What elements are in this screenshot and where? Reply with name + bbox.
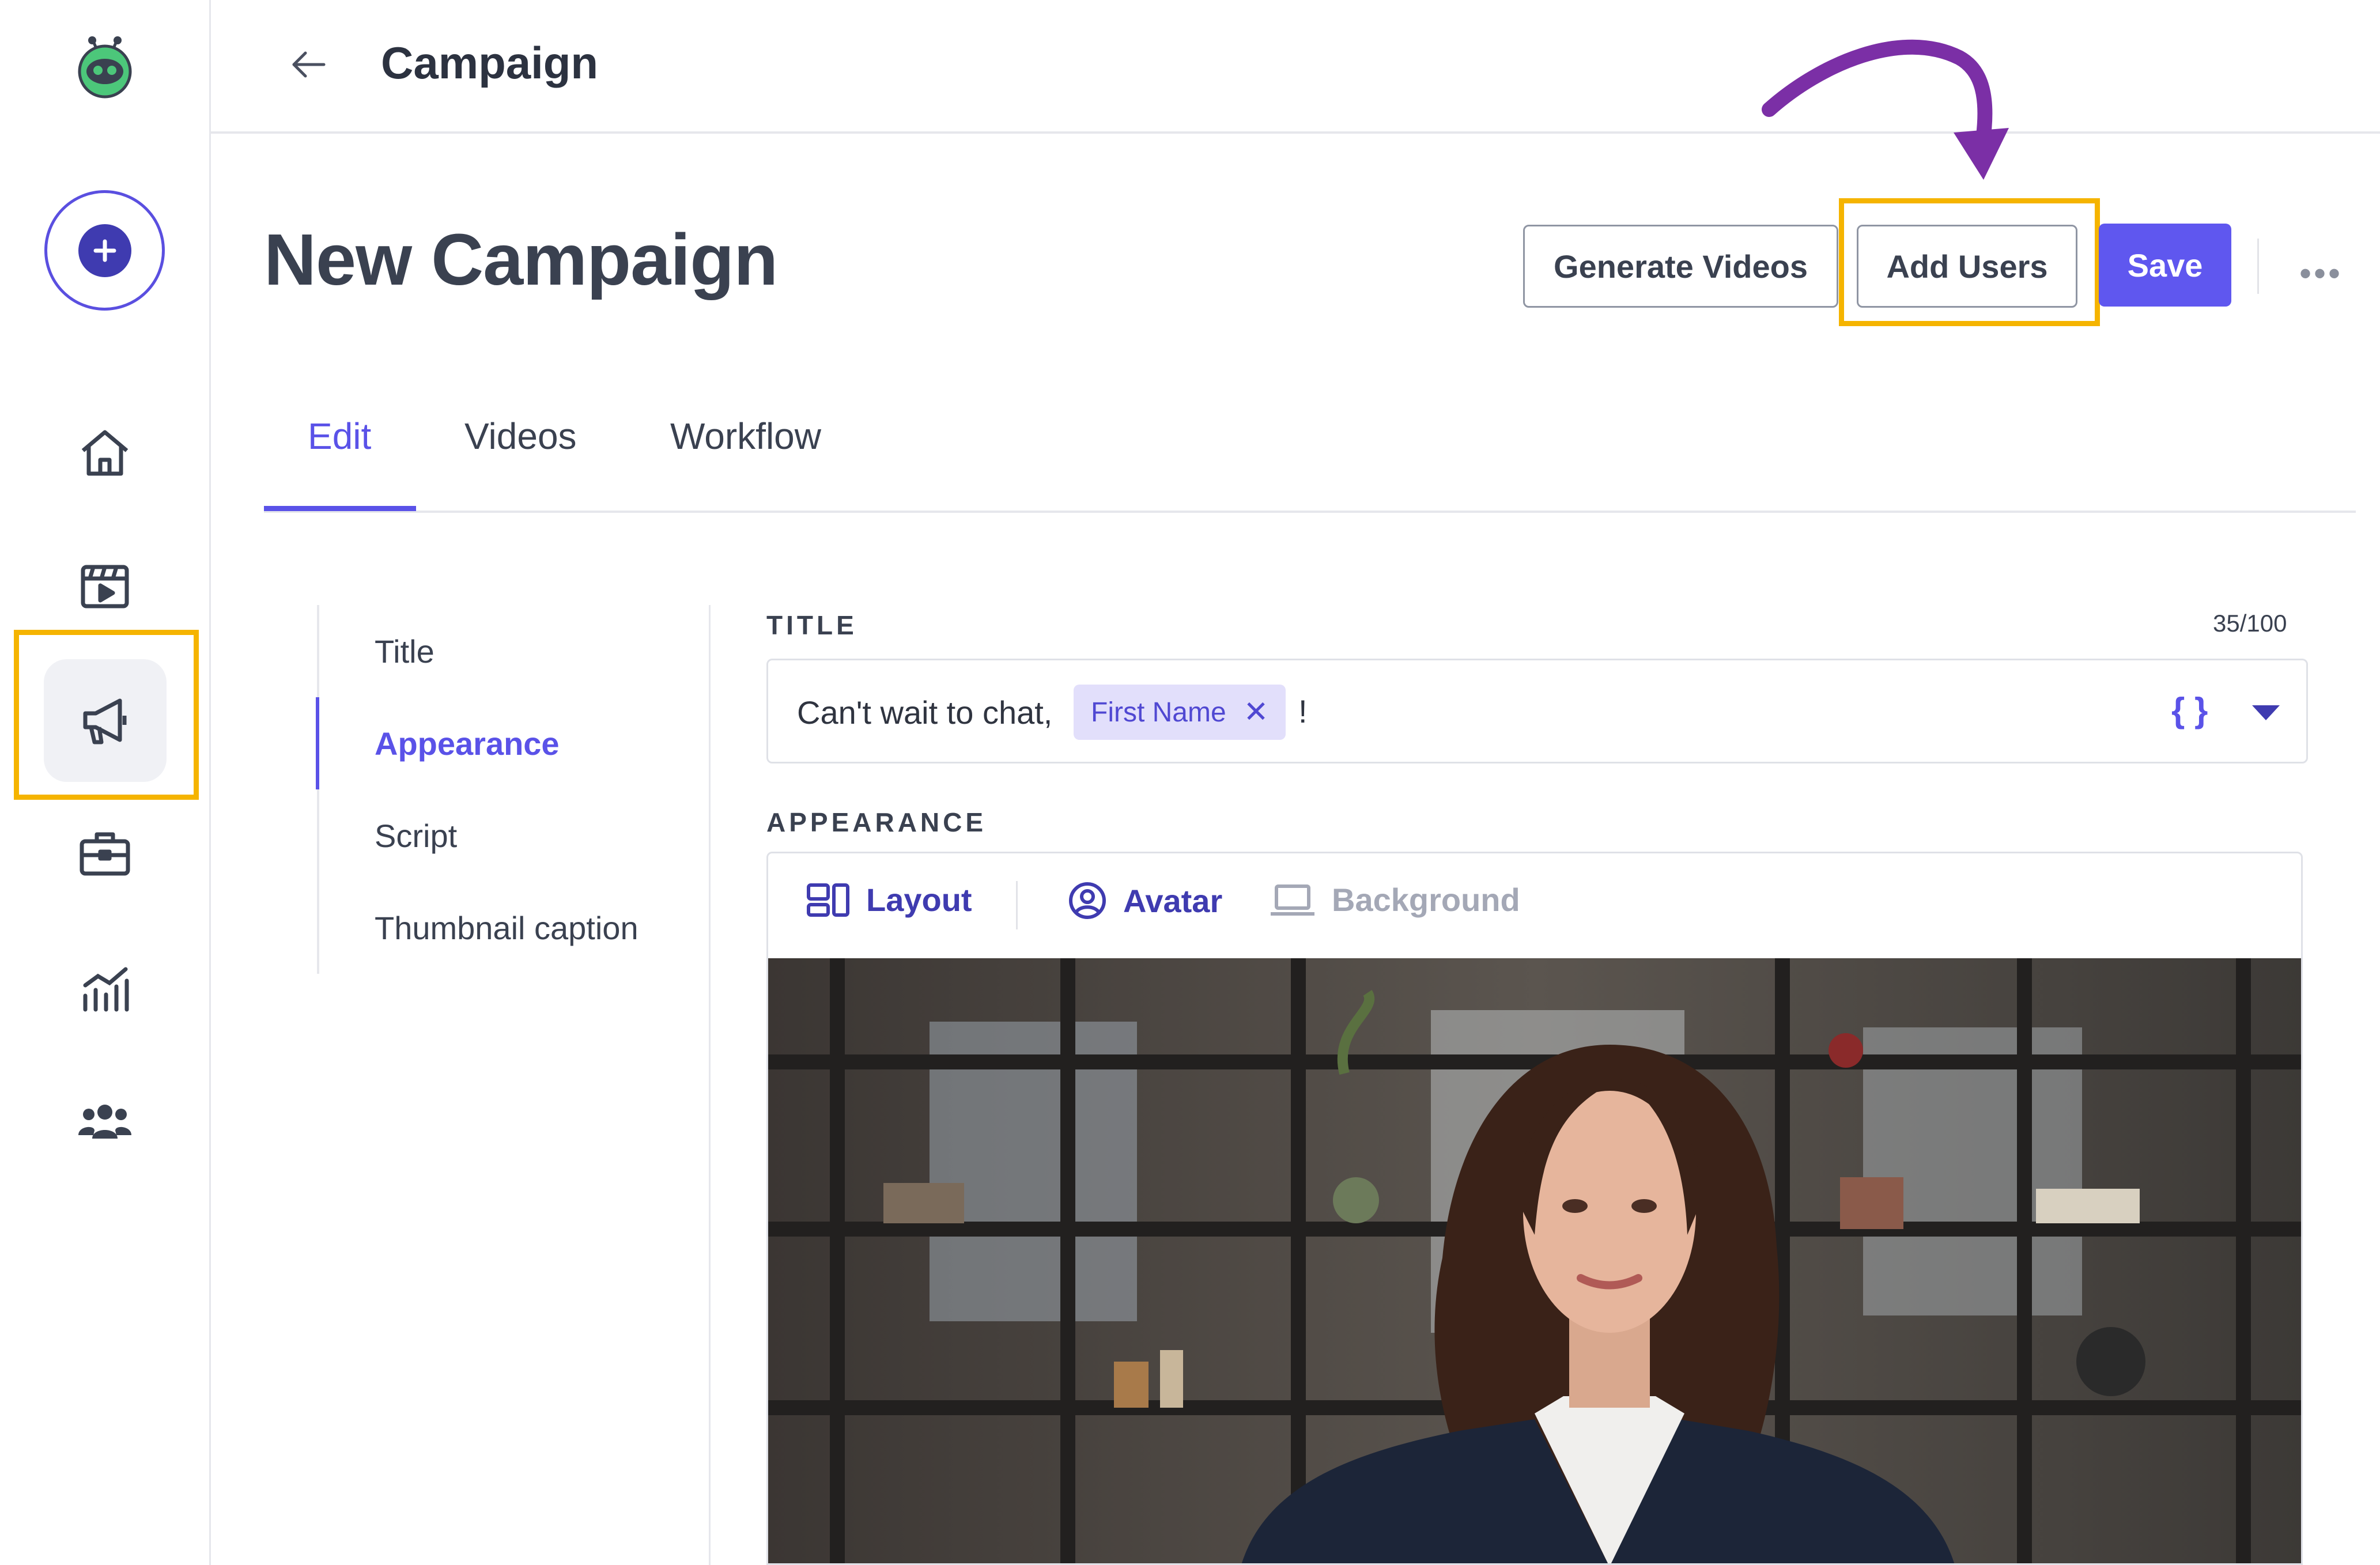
sidebar-item-portfolio[interactable] [73, 821, 137, 885]
title-suffix: ! [1298, 693, 1308, 729]
plus-icon [78, 224, 131, 277]
create-button[interactable] [44, 190, 165, 311]
subtab-layout[interactable]: Layout [806, 881, 972, 918]
appearance-label: APPEARANCE [766, 807, 987, 837]
generate-videos-button[interactable]: Generate Videos [1523, 225, 1838, 308]
sidebar-item-home[interactable] [73, 421, 137, 485]
title-field-label: TITLE [766, 610, 857, 640]
home-icon [81, 430, 129, 476]
sidebar [0, 0, 211, 1565]
content-divider [709, 605, 711, 1565]
section-appearance[interactable]: Appearance [375, 725, 560, 762]
robot-logo-icon[interactable] [71, 33, 138, 100]
sidebar-item-videos[interactable] [73, 554, 137, 619]
analytics-icon [83, 967, 129, 1012]
page-title: New Campaign [264, 219, 778, 300]
variables-icon[interactable]: { } [2171, 690, 2208, 730]
tab-edit[interactable]: Edit [308, 415, 371, 458]
subtab-avatar-label: Avatar [1123, 882, 1223, 919]
save-button[interactable]: Save [2099, 224, 2231, 307]
section-thumbnail-caption[interactable]: Thumbnail caption [375, 909, 639, 947]
sidebar-item-team[interactable] [73, 1088, 137, 1152]
section-title[interactable]: Title [375, 633, 435, 670]
section-active-indicator [316, 697, 319, 789]
subtab-layout-label: Layout [866, 882, 972, 918]
title-input[interactable]: Can't wait to chat, First Name ✕ ! { } [766, 659, 2308, 763]
section-nav-rail [317, 605, 319, 974]
toolbar-divider [2257, 239, 2259, 294]
character-counter: 35/100 [2213, 610, 2287, 637]
appearance-panel: Layout Avatar Background [766, 852, 2303, 1565]
header-title: Campaign [381, 37, 599, 88]
subtab-background[interactable]: Background [1270, 881, 1520, 918]
video-library-icon [81, 565, 129, 608]
team-icon [78, 1105, 131, 1139]
layout-icon [807, 883, 849, 917]
section-script[interactable]: Script [375, 817, 457, 855]
more-options-icon[interactable]: ••• [2299, 254, 2343, 293]
subtab-background-label: Background [1332, 882, 1520, 918]
subtab-divider [1016, 881, 1018, 929]
sidebar-highlight-box [14, 630, 199, 800]
active-tab-indicator [264, 506, 416, 511]
presenter-image [768, 958, 2301, 1563]
briefcase-icon [80, 832, 130, 876]
back-arrow-icon[interactable] [286, 41, 332, 88]
subtab-avatar[interactable]: Avatar [1068, 881, 1222, 920]
tab-videos[interactable]: Videos [464, 415, 577, 458]
avatar-icon [1069, 882, 1106, 919]
tab-bar: Edit Videos Workflow [264, 403, 2356, 513]
sidebar-item-analytics[interactable] [73, 954, 137, 1019]
tab-workflow[interactable]: Workflow [670, 415, 821, 458]
dropdown-caret-icon[interactable] [2252, 705, 2280, 720]
appearance-subtabs: Layout Avatar Background [768, 853, 2301, 958]
add-users-button[interactable]: Add Users [1857, 225, 2077, 308]
top-bar: Campaign [211, 0, 2380, 134]
first-name-token[interactable]: First Name ✕ [1074, 685, 1286, 740]
title-input-text: Can't wait to chat, [797, 694, 1053, 731]
annotation-arrow-icon [1762, 39, 2009, 180]
token-label: First Name [1091, 697, 1226, 728]
remove-token-icon[interactable]: ✕ [1244, 695, 1269, 729]
avatar-video-preview[interactable] [768, 958, 2301, 1563]
laptop-icon [1271, 884, 1314, 916]
